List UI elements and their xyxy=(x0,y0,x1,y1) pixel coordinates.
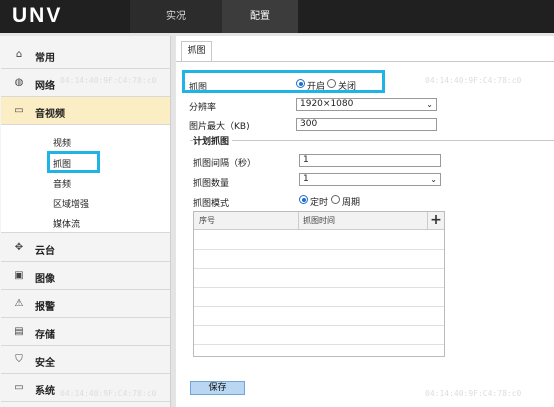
sidebar-item-label: 常用 xyxy=(35,53,55,64)
sidebar-item-label: 系统 xyxy=(35,386,55,397)
sidebar-item-label: 音视频 xyxy=(35,109,65,120)
watermark: 04:14:40:9F:C4:78:c0 xyxy=(60,76,157,85)
brand-logo: UNV xyxy=(12,4,63,27)
interval-label: 抓图间隔（秒） xyxy=(193,159,257,169)
table-row xyxy=(194,325,444,326)
top-bar: UNV 实况 配置 xyxy=(0,0,554,33)
sidebar-item-audio-video[interactable]: ▭ 音视频 xyxy=(1,97,170,125)
submenu-item-audio[interactable]: 音频 xyxy=(53,177,71,190)
section-divider xyxy=(190,140,554,141)
interval-input[interactable]: 1 xyxy=(299,154,441,167)
alarm-icon: ⚠ xyxy=(14,298,24,309)
sidebar-item-common[interactable]: ⌂ 常用 xyxy=(1,41,170,69)
home-icon: ⌂ xyxy=(15,49,23,60)
tab-live[interactable]: 实况 xyxy=(130,0,222,33)
globe-icon: ◍ xyxy=(14,77,24,88)
table-row xyxy=(194,287,444,288)
video-icon: ▭ xyxy=(14,105,24,116)
watermark: 04:14:40:9F:C4:78:c0 xyxy=(425,389,522,398)
table-row xyxy=(194,249,444,250)
maxsize-label: 图片最大（KB) xyxy=(189,122,250,132)
storage-icon: ▤ xyxy=(14,326,24,337)
column-separator xyxy=(298,212,299,230)
resolution-select[interactable]: 1920×1080 ⌄ xyxy=(296,98,437,111)
image-icon: ▣ xyxy=(14,270,24,281)
ptz-icon: ✥ xyxy=(14,242,24,253)
mode-timed-radio[interactable] xyxy=(299,195,308,204)
highlight-box xyxy=(47,151,100,173)
mode-label: 抓图模式 xyxy=(193,199,230,209)
schedule-section-title: 计划抓图 xyxy=(193,134,233,147)
table-row xyxy=(194,268,444,269)
shield-icon: ⛉ xyxy=(15,354,23,365)
table-header: 序号 抓图时间 + xyxy=(194,212,444,230)
count-label: 抓图数量 xyxy=(193,179,230,189)
submenu xyxy=(1,125,170,233)
sidebar-item-label: 安全 xyxy=(35,358,55,369)
resolution-label: 分辨率 xyxy=(189,103,217,113)
chevron-down-icon: ⌄ xyxy=(430,175,437,184)
mode-timed-label[interactable]: 定时 xyxy=(310,195,328,208)
add-icon[interactable]: + xyxy=(428,212,444,230)
tab-divider xyxy=(176,61,554,62)
sidebar-item-label: 图像 xyxy=(35,274,55,285)
sidebar-item-storage[interactable]: ▤ 存储 xyxy=(1,318,170,346)
submenu-item-roi[interactable]: 区域增强 xyxy=(53,197,89,210)
watermark: 04:14:40:9F:C4:78:c0 xyxy=(425,76,522,85)
count-select[interactable]: 1 ⌄ xyxy=(299,173,441,186)
save-button[interactable]: 保存 xyxy=(190,381,245,395)
sidebar-item-label: 网络 xyxy=(35,81,55,92)
sidebar-item-label: 报警 xyxy=(35,302,55,313)
highlight-box xyxy=(182,70,385,93)
sidebar-item-alarm[interactable]: ⚠ 报警 xyxy=(1,290,170,318)
table-row xyxy=(194,344,444,345)
chevron-down-icon: ⌄ xyxy=(426,100,433,109)
sidebar-item-ptz[interactable]: ✥ 云台 xyxy=(1,234,170,262)
schedule-table: 序号 抓图时间 + xyxy=(193,211,445,357)
submenu-item-stream[interactable]: 媒体流 xyxy=(53,217,80,230)
sidebar-item-label: 云台 xyxy=(35,246,55,257)
column-header-index: 序号 xyxy=(199,216,215,225)
resolution-value: 1920×1080 xyxy=(300,99,354,109)
watermark: 04:14:40:9F:C4:78:c0 xyxy=(60,389,157,398)
tab-config[interactable]: 配置 xyxy=(222,0,298,33)
sidebar-item-security[interactable]: ⛉ 安全 xyxy=(1,346,170,374)
mode-period-radio[interactable] xyxy=(331,195,340,204)
maxsize-input[interactable]: 300 xyxy=(296,118,437,131)
tab-snapshot[interactable]: 抓图 xyxy=(181,41,212,61)
mode-period-label[interactable]: 周期 xyxy=(342,195,360,208)
table-row xyxy=(194,306,444,307)
column-header-time: 抓图时间 xyxy=(303,216,335,225)
submenu-item-video[interactable]: 视频 xyxy=(53,136,71,149)
system-icon: ▭ xyxy=(14,382,24,393)
count-value: 1 xyxy=(303,174,309,184)
sidebar-item-label: 存储 xyxy=(35,330,55,341)
sidebar-item-image[interactable]: ▣ 图像 xyxy=(1,262,170,290)
